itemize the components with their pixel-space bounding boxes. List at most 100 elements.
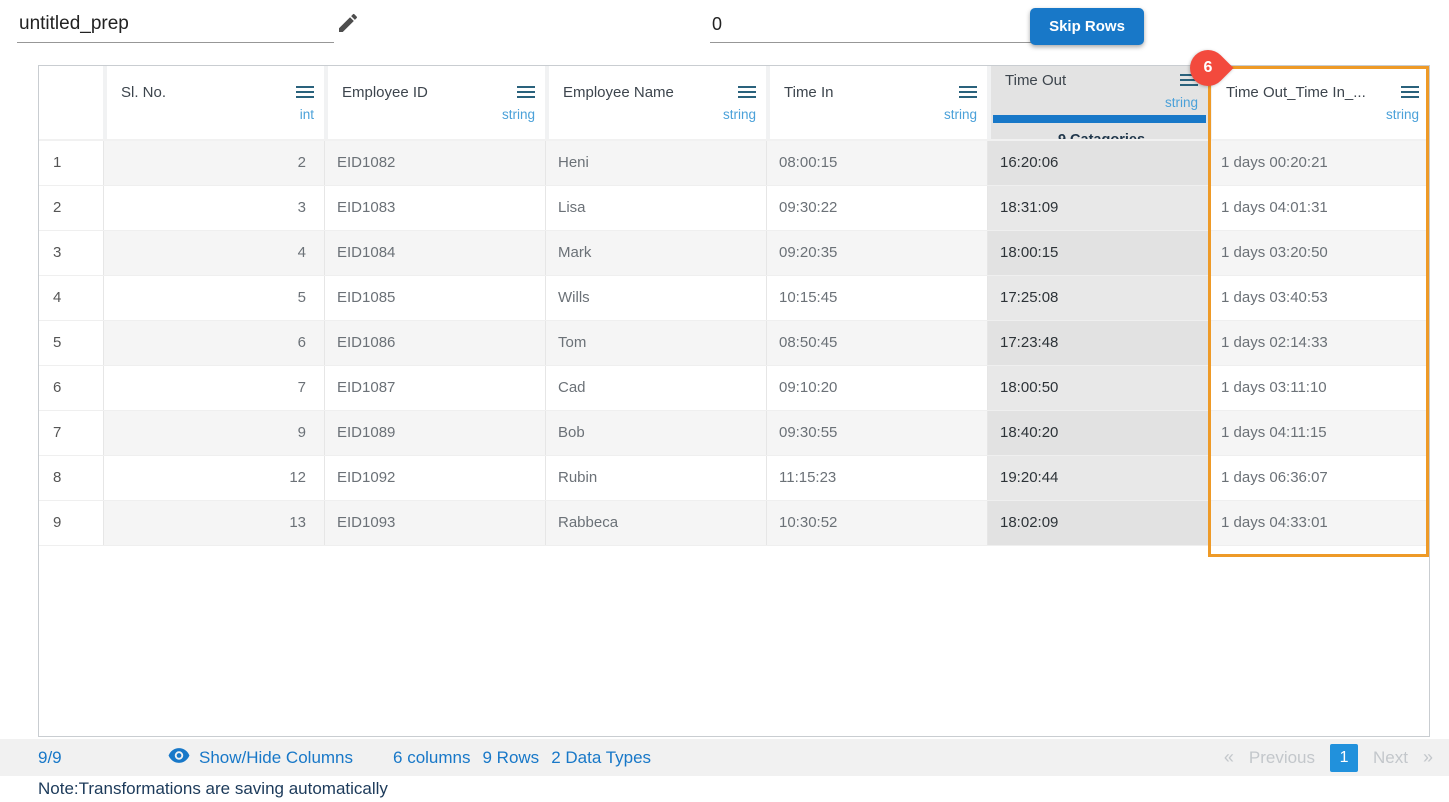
sl-no-cell: 13 [103,501,324,545]
column-menu-icon[interactable] [296,85,314,104]
row-number-cell: 9 [39,501,103,545]
row-number-cell: 2 [39,186,103,230]
time-diff-cell: 1 days 04:33:01 [1208,501,1429,545]
employee-name-cell: Heni [545,141,766,185]
category-distribution-bar [993,115,1206,123]
employee-name-cell: Tom [545,321,766,365]
employee-id-cell: EID1086 [324,321,545,365]
table-row: 45EID1085Wills10:15:4517:25:081 days 03:… [39,276,1429,321]
last-page-arrow[interactable]: » [1423,747,1433,768]
column-header-time-out[interactable]: Time Out string 9 Catagories [987,66,1208,139]
prep-name-input[interactable] [17,6,334,43]
sl-no-cell: 5 [103,276,324,320]
sl-no-cell: 3 [103,186,324,230]
time-in-cell: 09:10:20 [766,366,987,410]
time-diff-cell: 1 days 03:20:50 [1208,231,1429,275]
employee-name-cell: Lisa [545,186,766,230]
column-menu-icon[interactable] [517,85,535,104]
time-out-cell: 17:25:08 [987,276,1208,320]
time-diff-cell: 1 days 00:20:21 [1208,141,1429,185]
column-header-sl-no[interactable]: Sl. No. int [103,66,324,139]
employee-id-cell: EID1082 [324,141,545,185]
pagination: « Previous 1 Next » [1224,744,1433,772]
time-out-cell: 18:02:09 [987,501,1208,545]
table-row: 56EID1086Tom08:50:4517:23:481 days 02:14… [39,321,1429,366]
data-types-count[interactable]: 2 Data Types [551,748,651,768]
employee-name-cell: Cad [545,366,766,410]
column-title: Time Out_Time In_... [1226,84,1366,101]
column-type-label: string [342,107,535,122]
column-type-label: int [121,107,314,122]
show-hide-columns-button[interactable]: Show/Hide Columns [168,748,353,768]
columns-count[interactable]: 6 columns [393,748,470,768]
column-type-label: string [1005,95,1198,110]
sl-no-cell: 12 [103,456,324,500]
column-header-employee-name[interactable]: Employee Name string [545,66,766,139]
previous-page-button[interactable]: Previous [1249,748,1315,768]
column-menu-icon[interactable] [738,85,756,104]
column-header-time-out-time-in[interactable]: Time Out_Time In_... string [1208,66,1429,139]
time-out-cell: 18:40:20 [987,411,1208,455]
footer-bar: 9/9 Show/Hide Columns 6 columns 9 Rows 2… [0,739,1449,776]
next-page-button[interactable]: Next [1373,748,1408,768]
current-page-button[interactable]: 1 [1330,744,1358,772]
rows-count[interactable]: 9 Rows [483,748,540,768]
employee-name-cell: Mark [545,231,766,275]
column-header-employee-id[interactable]: Employee ID string [324,66,545,139]
employee-name-cell: Bob [545,411,766,455]
sl-no-cell: 4 [103,231,324,275]
column-header-rownum [39,66,103,139]
column-type-label: string [563,107,756,122]
step-badge-pin: 6 [1183,43,1234,94]
column-title: Employee Name [563,84,674,101]
sl-no-cell: 7 [103,366,324,410]
table-body: 12EID1082Heni08:00:1516:20:061 days 00:2… [39,141,1429,546]
employee-id-cell: EID1093 [324,501,545,545]
autosave-note: Note:Transformations are saving automati… [38,779,388,799]
skip-rows-input[interactable] [710,6,1032,43]
employee-id-cell: EID1092 [324,456,545,500]
table-row: 913EID1093Rabbeca10:30:5218:02:091 days … [39,501,1429,546]
summary-counts: 6 columns 9 Rows 2 Data Types [393,748,651,768]
time-in-cell: 09:30:22 [766,186,987,230]
time-in-cell: 10:15:45 [766,276,987,320]
sl-no-cell: 6 [103,321,324,365]
time-in-cell: 08:50:45 [766,321,987,365]
time-out-cell: 19:20:44 [987,456,1208,500]
time-in-cell: 09:30:55 [766,411,987,455]
row-range-label: 9/9 [38,748,96,768]
column-type-label: string [784,107,977,122]
time-diff-cell: 1 days 06:36:07 [1208,456,1429,500]
time-in-cell: 08:00:15 [766,141,987,185]
time-out-cell: 18:00:50 [987,366,1208,410]
employee-id-cell: EID1089 [324,411,545,455]
first-page-arrow[interactable]: « [1224,747,1234,768]
column-menu-icon[interactable] [1401,85,1419,104]
sl-no-cell: 2 [103,141,324,185]
skip-rows-button[interactable]: Skip Rows [1030,8,1144,45]
column-title: Sl. No. [121,84,166,101]
employee-name-cell: Wills [545,276,766,320]
employee-id-cell: EID1085 [324,276,545,320]
time-in-cell: 10:30:52 [766,501,987,545]
time-out-cell: 18:00:15 [987,231,1208,275]
column-header-time-in[interactable]: Time In string [766,66,987,139]
time-in-cell: 09:20:35 [766,231,987,275]
row-number-cell: 3 [39,231,103,275]
show-hide-columns-label: Show/Hide Columns [199,748,353,768]
categories-count-label: 9 Catagories [1005,132,1198,139]
time-diff-cell: 1 days 04:01:31 [1208,186,1429,230]
employee-name-cell: Rubin [545,456,766,500]
row-number-cell: 6 [39,366,103,410]
table-row: 34EID1084Mark09:20:3518:00:151 days 03:2… [39,231,1429,276]
time-in-cell: 11:15:23 [766,456,987,500]
time-out-cell: 18:31:09 [987,186,1208,230]
sl-no-cell: 9 [103,411,324,455]
edit-pencil-icon[interactable] [336,11,360,35]
data-table: Sl. No. int Employee ID string [38,65,1430,737]
column-menu-icon[interactable] [959,85,977,104]
column-title: Time Out [1005,72,1066,89]
column-title: Time In [784,84,833,101]
table-row: 23EID1083Lisa09:30:2218:31:091 days 04:0… [39,186,1429,231]
employee-id-cell: EID1087 [324,366,545,410]
